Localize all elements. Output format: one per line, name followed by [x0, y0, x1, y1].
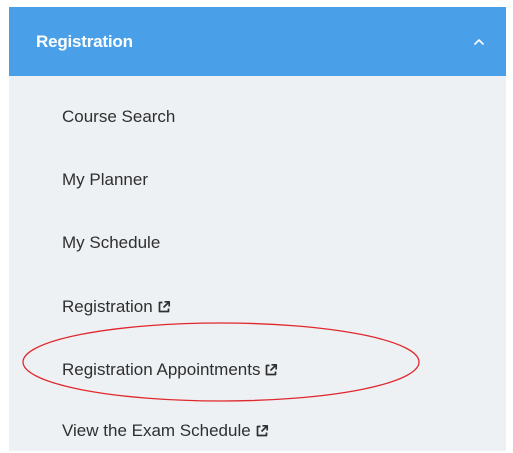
menu-item-course-search[interactable]: Course Search	[9, 95, 506, 139]
accordion-title: Registration	[36, 31, 133, 51]
menu-item-registration[interactable]: Registration	[9, 285, 506, 329]
external-link-icon	[266, 363, 278, 376]
chevron-up-icon[interactable]	[472, 35, 486, 49]
menu-item-label: View the Exam Schedule	[62, 421, 251, 440]
registration-accordion: Registration Course Search My Planner My…	[9, 7, 506, 451]
menu-item-label: My Planner	[62, 170, 148, 189]
menu-item-label: Course Search	[62, 107, 176, 126]
menu-item-label: Registration Appointments	[62, 360, 261, 379]
menu-item-label: Registration	[62, 297, 153, 316]
menu-item-my-schedule[interactable]: My Schedule	[9, 221, 506, 265]
external-link-icon	[158, 300, 170, 313]
registration-accordion-header[interactable]: Registration	[9, 7, 506, 76]
menu-item-my-planner[interactable]: My Planner	[9, 158, 506, 202]
external-link-icon	[256, 424, 268, 437]
menu-item-view-exam-schedule[interactable]: View the Exam Schedule	[9, 409, 506, 453]
menu-item-registration-appointments[interactable]: Registration Appointments	[9, 348, 506, 392]
menu-item-label: My Schedule	[62, 233, 161, 252]
